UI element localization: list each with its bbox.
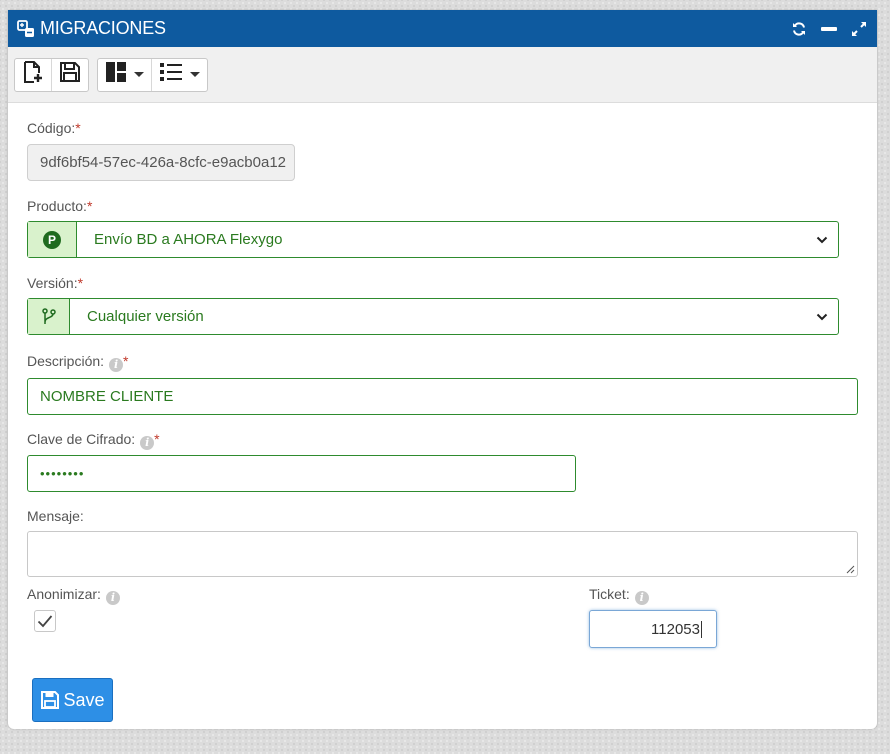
required-marker: * bbox=[77, 275, 84, 291]
version-addon bbox=[28, 299, 70, 334]
version-value: Cualquier versión bbox=[87, 308, 204, 325]
new-document-icon bbox=[22, 60, 44, 89]
descripcion-label: Descripción: i * bbox=[27, 353, 128, 372]
layout-icon bbox=[105, 61, 127, 88]
producto-label-text: Producto: bbox=[27, 198, 87, 214]
branch-icon bbox=[41, 307, 56, 324]
ticket-value: 112053 bbox=[651, 620, 700, 638]
clave-label-text: Clave de Cifrado: bbox=[27, 431, 136, 447]
anonimizar-checkbox[interactable] bbox=[34, 610, 56, 632]
clave-password-input[interactable]: •••••••• bbox=[27, 455, 576, 492]
ticket-label-text: Ticket: bbox=[589, 586, 630, 602]
layout-dropdown-button[interactable] bbox=[98, 59, 151, 91]
info-icon[interactable]: i bbox=[634, 591, 649, 605]
window-tools bbox=[789, 19, 869, 39]
ticket-input[interactable]: 112053 bbox=[589, 610, 717, 648]
info-icon[interactable]: i bbox=[109, 358, 124, 372]
save-toolbar-button[interactable] bbox=[51, 58, 88, 91]
save-icon bbox=[41, 691, 60, 709]
minimize-icon[interactable] bbox=[819, 19, 839, 39]
migration-app-icon bbox=[16, 19, 36, 39]
title-bar: MIGRACIONES bbox=[8, 10, 877, 47]
required-marker: * bbox=[86, 198, 93, 214]
mensaje-textarea[interactable] bbox=[27, 531, 858, 577]
window-title: MIGRACIONES bbox=[40, 18, 166, 38]
clave-value: •••••••• bbox=[40, 466, 85, 481]
ticket-label: Ticket: i bbox=[589, 586, 649, 605]
codigo-value: 9df6bf54-57ec-426a-8cfc-e9acb0a12 bbox=[40, 154, 287, 171]
codigo-field[interactable]: 9df6bf54-57ec-426a-8cfc-e9acb0a12 bbox=[27, 144, 295, 181]
list-icon bbox=[159, 62, 183, 87]
save-button-label: Save bbox=[63, 689, 105, 710]
producto-value: Envío BD a AHORA Flexygo bbox=[94, 231, 283, 248]
product-icon: P bbox=[43, 230, 61, 249]
descripcion-label-text: Descripción: bbox=[27, 353, 105, 369]
info-icon[interactable]: i bbox=[105, 591, 120, 605]
producto-label: Producto:* bbox=[27, 198, 92, 214]
anonimizar-label-text: Anonimizar: bbox=[27, 586, 101, 602]
chevron-down-icon bbox=[816, 236, 828, 243]
save-button[interactable]: Save bbox=[32, 678, 113, 722]
codigo-label: Código:* bbox=[27, 120, 81, 136]
required-marker: * bbox=[75, 120, 81, 136]
save-icon bbox=[59, 61, 81, 88]
clave-label: Clave de Cifrado: i * bbox=[27, 431, 160, 450]
document-button-group bbox=[14, 57, 89, 92]
mensaje-label: Mensaje: bbox=[27, 508, 84, 524]
migraciones-window: MIGRACIONES Código:* 9df6bf54-57ec-426a-… bbox=[8, 10, 877, 729]
codigo-label-text: Código: bbox=[27, 120, 76, 136]
version-select[interactable]: Cualquier versión bbox=[27, 298, 839, 335]
descripcion-value: NOMBRE CLIENTE bbox=[40, 388, 174, 405]
version-label: Versión:* bbox=[27, 275, 83, 291]
view-button-group bbox=[97, 57, 208, 92]
text-cursor bbox=[701, 620, 702, 638]
mensaje-label-text: Mensaje: bbox=[27, 508, 84, 524]
required-marker: * bbox=[154, 431, 160, 447]
refresh-icon[interactable] bbox=[789, 19, 809, 39]
new-document-button[interactable] bbox=[15, 59, 51, 91]
producto-select[interactable]: P Envío BD a AHORA Flexygo bbox=[27, 221, 839, 258]
chevron-down-icon bbox=[816, 313, 828, 320]
maximize-icon[interactable] bbox=[849, 19, 869, 39]
chevron-down-icon bbox=[134, 72, 144, 77]
descripcion-input[interactable]: NOMBRE CLIENTE bbox=[27, 378, 858, 415]
toolbar bbox=[8, 47, 877, 103]
required-marker: * bbox=[123, 353, 129, 369]
producto-addon: P bbox=[28, 222, 77, 257]
chevron-down-icon bbox=[190, 72, 200, 77]
info-icon[interactable]: i bbox=[140, 436, 155, 450]
checkmark-icon bbox=[37, 615, 53, 628]
list-dropdown-button[interactable] bbox=[151, 58, 207, 91]
version-label-text: Versión: bbox=[27, 275, 78, 291]
resize-grip-icon[interactable] bbox=[846, 565, 855, 574]
anonimizar-label: Anonimizar: i bbox=[27, 586, 120, 605]
